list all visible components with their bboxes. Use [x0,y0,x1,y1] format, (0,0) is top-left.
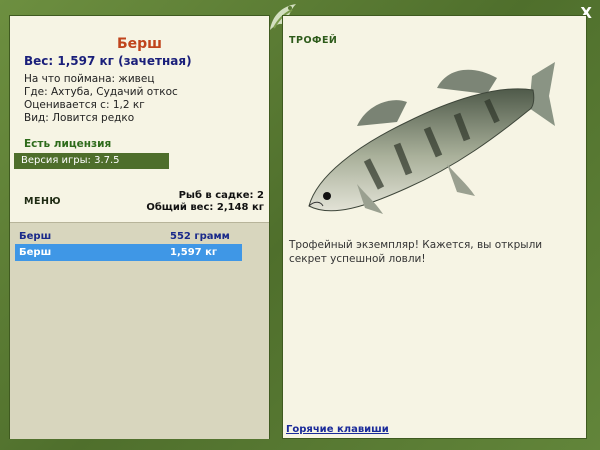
window-frame: X Берш Вес: 1,597 кг (зачетная) На что п… [0,0,600,450]
fish-count: Рыб в садке: 2 [178,190,264,201]
fish-weight: Вес: 1,597 кг (зачетная) [24,54,192,68]
fish-rated: Оценивается с: 1,2 кг [24,99,145,111]
catch-weight: 552 грамм [170,231,230,242]
table-row-selected[interactable]: Берш 1,597 кг [15,244,242,261]
trophy-text: Трофейный экземпляр! Кажется, вы открыли… [289,239,543,265]
catch-name: Берш [19,247,52,258]
table-row[interactable]: Берш 552 грамм [15,228,242,245]
total-weight: Общий вес: 2,148 кг [146,202,264,213]
catch-weight: 1,597 кг [170,247,218,258]
fish-kind: Вид: Ловится редко [24,112,135,124]
hotkeys-link[interactable]: Горячие клавиши [286,424,389,435]
catch-name: Берш [19,231,52,242]
fish-image [308,62,555,214]
fish-info-panel: Берш Вес: 1,597 кг (зачетная) На что пой… [9,15,270,439]
fish-name: Берш [116,36,163,52]
license-status: Есть лицензия [24,138,112,150]
fish-place: Где: Ахтуба, Судачий откос [24,86,178,98]
menu-button[interactable]: МЕНЮ [24,196,61,207]
version-bar: Версия игры: 3.7.5 [14,153,169,169]
fish-bait: На что поймана: живец [24,73,155,85]
trophy-title: ТРОФЕЙ [289,35,338,46]
trophy-panel: ТРОФЕЙ Трофейный экземпляр! Кажется, вы … [282,15,587,439]
